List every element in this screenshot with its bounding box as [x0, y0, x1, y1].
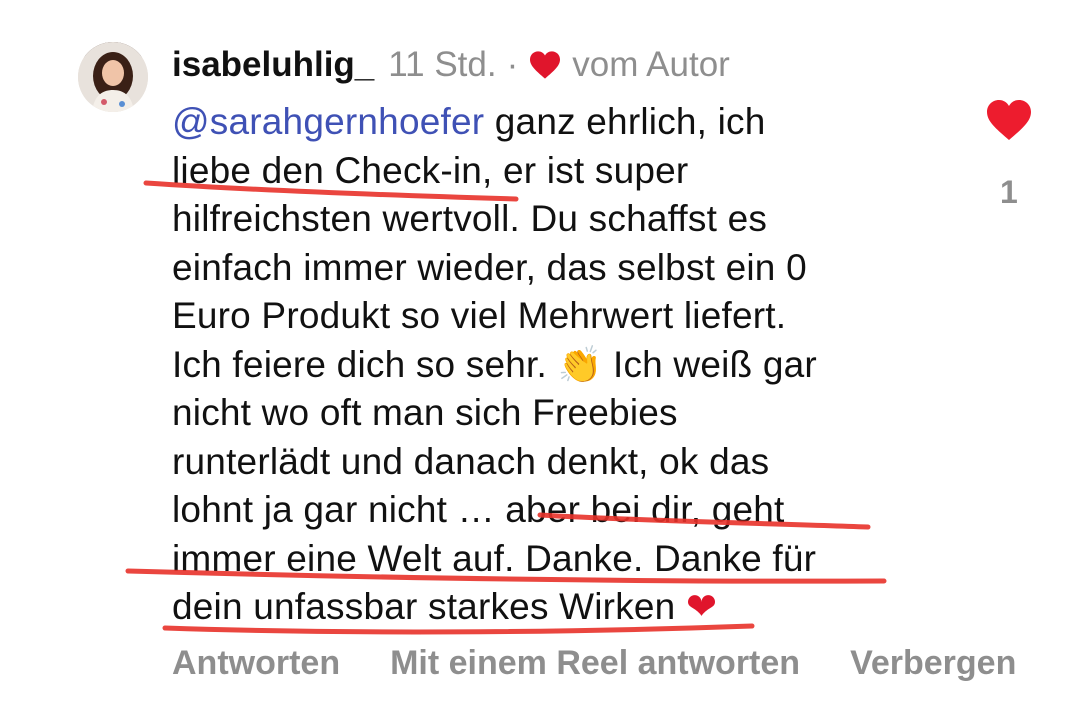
avatar[interactable]	[78, 42, 148, 112]
avatar-photo	[78, 42, 148, 112]
comment-line: lohnt ja gar nicht … aber bei dir, geht	[172, 489, 785, 530]
comment-actions: Antworten Mit einem Reel antworten Verbe…	[172, 644, 1066, 683]
comment-text: @sarahgernhoefer ganz ehrlich, ich liebe…	[172, 98, 942, 632]
comment-line: nicht wo oft man sich Freebies	[172, 392, 678, 433]
reply-button[interactable]: Antworten	[172, 644, 340, 683]
comment-line: Ich feiere dich so sehr. 👏 Ich weiß gar	[172, 341, 942, 390]
mention-link[interactable]: @sarahgernhoefer	[172, 101, 484, 142]
hide-button[interactable]: Verbergen	[850, 644, 1016, 683]
reel-reply-button[interactable]: Mit einem Reel antworten	[390, 644, 800, 683]
comment-line: @sarahgernhoefer ganz ehrlich, ich	[172, 98, 942, 147]
comment-line: liebe den Check-in, er ist super	[172, 149, 689, 191]
comment-line: Euro Produkt so viel Mehrwert liefert.	[172, 295, 787, 336]
red-heart-icon: ❤	[685, 586, 718, 627]
comment-line: dein unfassbar starkes Wirken ❤	[172, 583, 942, 632]
liked-by-author-label: vom Autor	[572, 45, 730, 84]
clapping-hands-icon: 👏	[557, 343, 603, 385]
like-heart-icon[interactable]	[985, 98, 1033, 142]
comment-line: immer eine Welt auf. Danke. Danke für	[172, 537, 817, 579]
comment-line-text: Ich weiß gar	[602, 343, 817, 385]
comment-header: isabeluhlig_ 11 Std. · vom Autor	[172, 40, 730, 90]
author-heart-icon	[530, 51, 561, 79]
comment-line: hilfreichsten wertvoll. Du schaffst es	[172, 198, 768, 239]
comment-line: runterlädt und danach denkt, ok das	[172, 440, 770, 482]
separator-dot: ·	[506, 45, 519, 84]
comment-line-text: Ich feiere dich so sehr.	[172, 343, 558, 385]
like-count[interactable]: 1	[1000, 174, 1018, 211]
comment-line-text: ganz ehrlich, ich	[484, 101, 766, 142]
comment-line: einfach immer wieder, das selbst ein 0	[172, 246, 807, 288]
timestamp: 11 Std.	[388, 45, 497, 84]
comment-line-text: dein unfassbar starkes Wirken	[172, 586, 686, 627]
username-link[interactable]: isabeluhlig_	[172, 40, 374, 90]
